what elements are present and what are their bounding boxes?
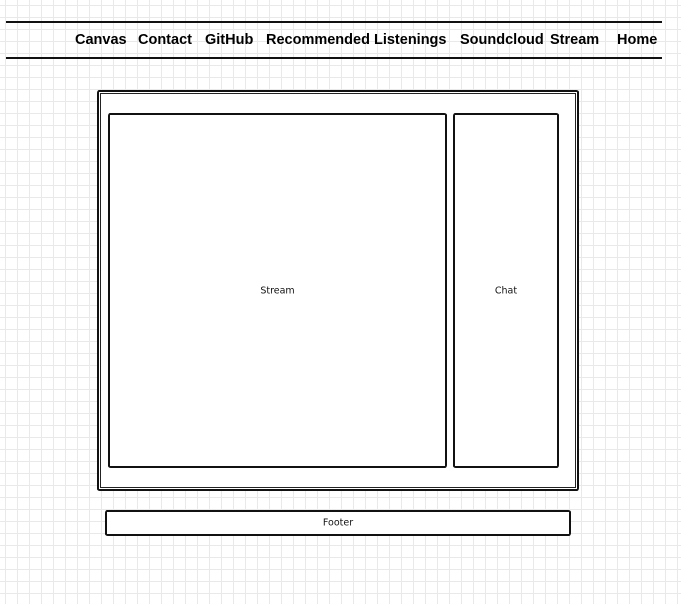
nav-item-canvas[interactable]: Canvas — [75, 31, 127, 51]
nav-top-rule — [6, 21, 662, 23]
footer-label: Footer — [322, 517, 354, 529]
nav-bottom-rule — [6, 57, 662, 59]
nav-item-recommended-listenings[interactable]: Recommended Listenings — [266, 31, 446, 51]
stream-label: Stream — [260, 285, 295, 296]
nav-item-contact[interactable]: Contact — [138, 31, 192, 51]
nav-item-home[interactable]: Home — [617, 31, 657, 51]
stream-panel: Stream — [108, 113, 447, 468]
chat-panel: Chat — [453, 113, 559, 468]
nav-item-soundcloud[interactable]: Soundcloud — [460, 31, 544, 51]
nav-item-stream[interactable]: Stream — [550, 31, 599, 51]
footer-panel: Footer — [105, 510, 571, 536]
chat-label: Chat — [494, 285, 518, 296]
nav-item-github[interactable]: GitHub — [205, 31, 253, 51]
